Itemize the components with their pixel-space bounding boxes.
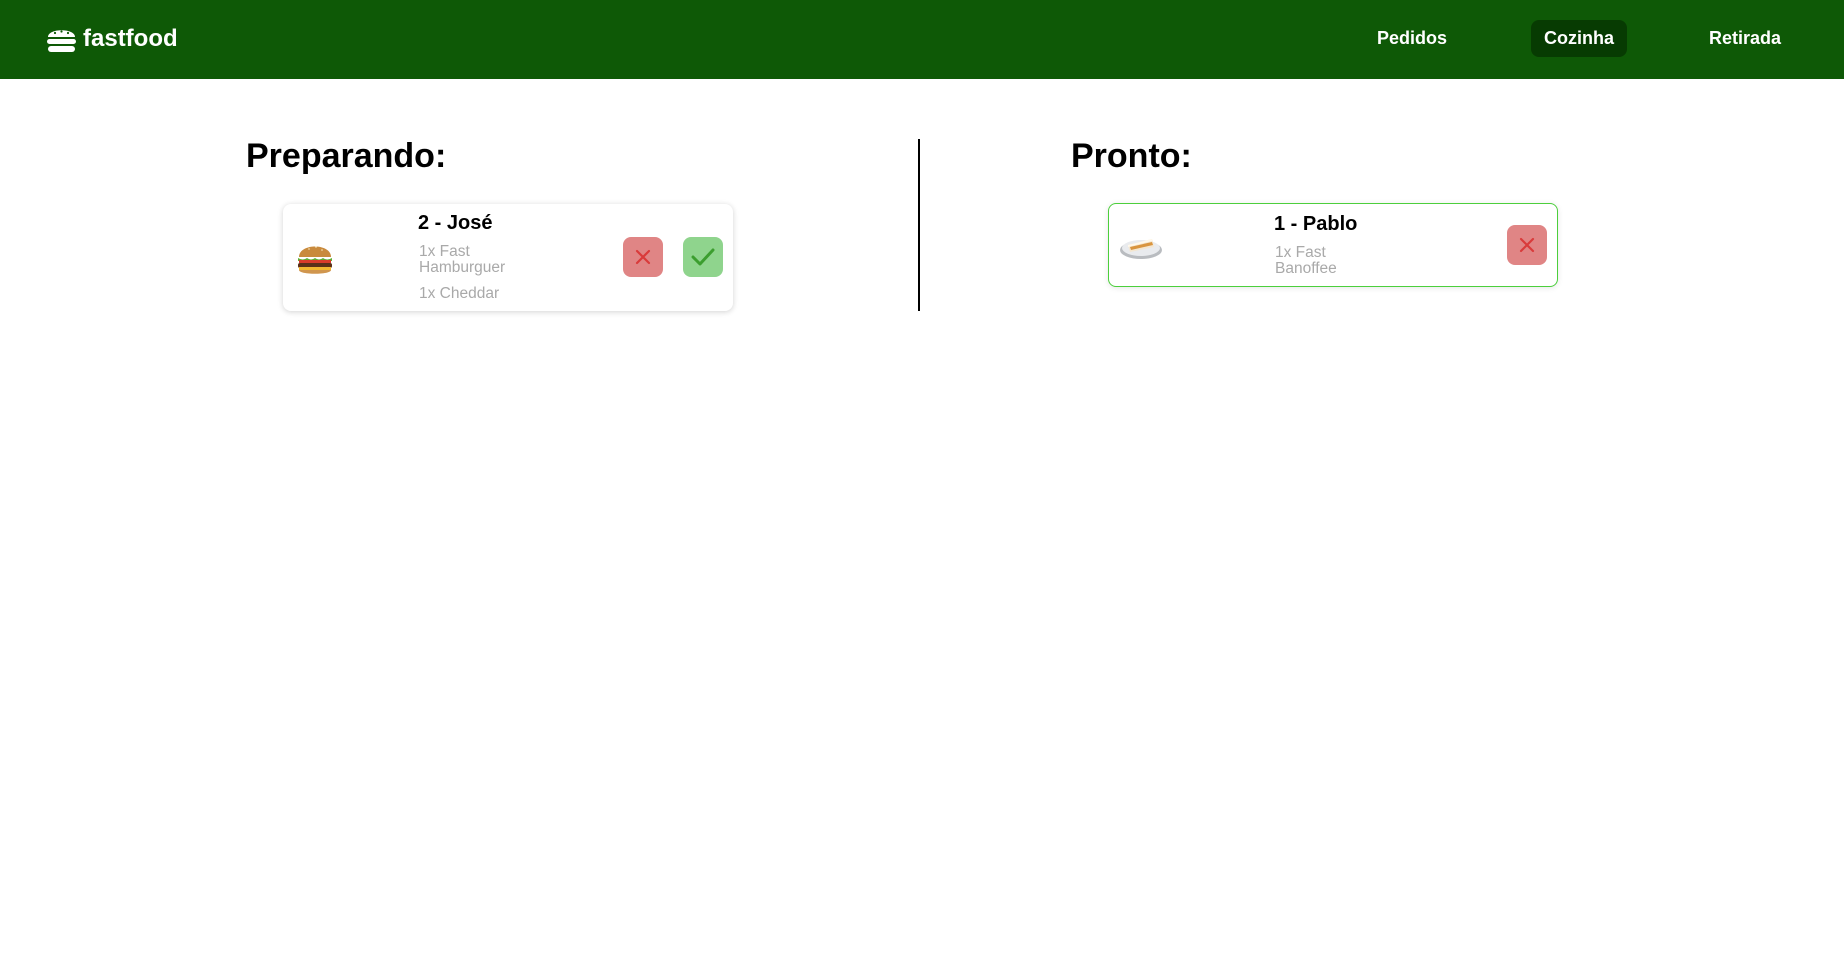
nav-pedidos[interactable]: Pedidos [1366, 20, 1458, 57]
cancel-order-button[interactable] [623, 237, 663, 277]
cancel-icon [635, 249, 651, 265]
top-navbar: fastfood Pedidos Cozinha Retirada [0, 0, 1844, 79]
nav-cozinha[interactable]: Cozinha [1531, 20, 1627, 57]
hamburger-image [298, 246, 332, 274]
order-item: 1x Fast Hamburguer [419, 243, 506, 276]
order-title: 1 - Pablo [1274, 213, 1358, 235]
order-card-ready: 1 - Pablo 1x Fast Banoffee [1108, 203, 1558, 287]
order-items: 1x Fast Hamburguer 1x Cheddar [419, 244, 529, 302]
order-items: 1x Fast Banoffee [1275, 245, 1385, 277]
banoffee-image [1120, 239, 1162, 259]
order-title: 2 - José [418, 212, 493, 234]
brand-logo[interactable]: fastfood [46, 23, 178, 55]
brand-name: fastfood [83, 25, 178, 52]
pronto-title: Pronto: [1071, 137, 1192, 175]
check-icon [691, 248, 715, 266]
column-divider [918, 139, 920, 311]
cancel-icon [1519, 237, 1535, 253]
order-item: 1x Fast Banoffee [1275, 244, 1337, 277]
burger-icon [47, 29, 76, 52]
order-card-preparing: 2 - José 1x Fast Hamburguer 1x Cheddar [283, 204, 733, 311]
preparando-title: Preparando: [246, 137, 447, 175]
nav-retirada[interactable]: Retirada [1702, 20, 1788, 57]
cancel-order-button[interactable] [1507, 225, 1547, 265]
order-item: 1x Cheddar [419, 285, 500, 302]
confirm-ready-button[interactable] [683, 237, 723, 277]
